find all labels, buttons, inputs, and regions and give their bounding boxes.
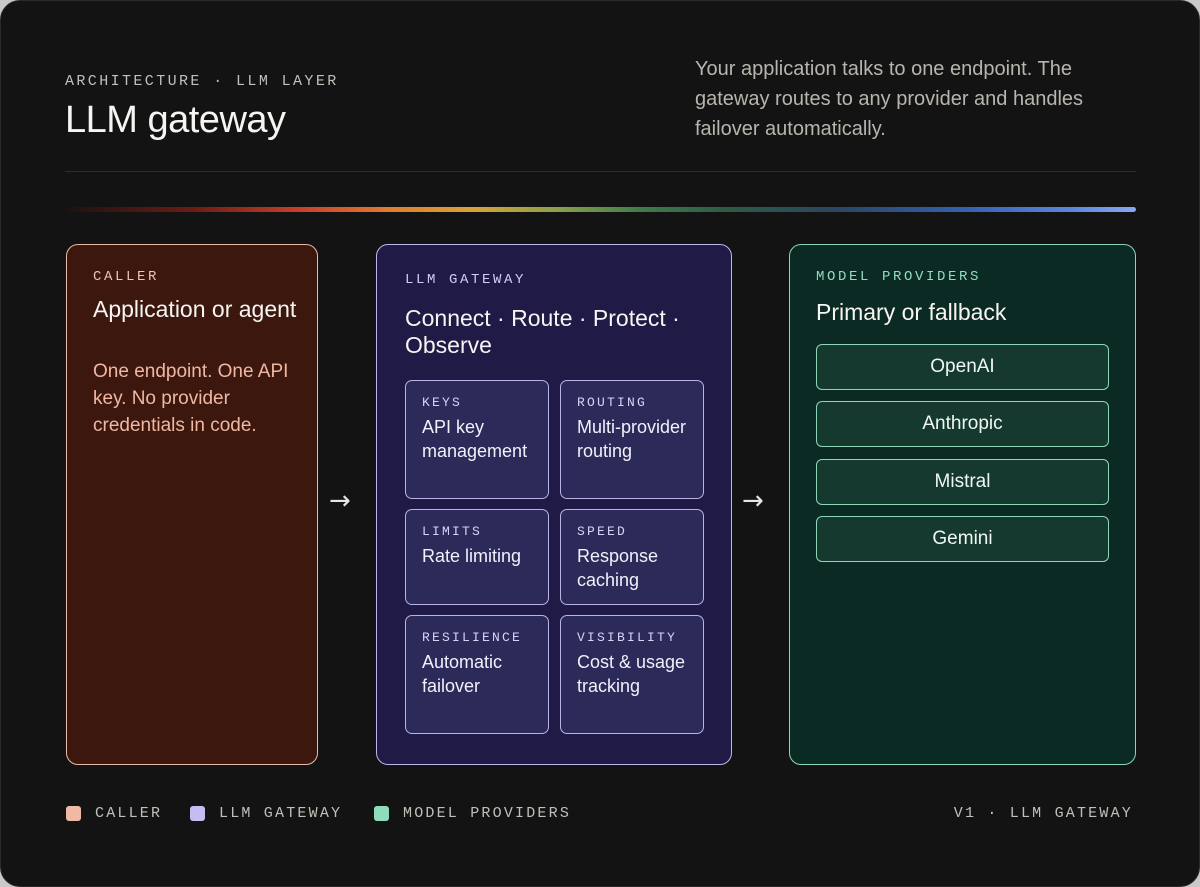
feature-eyebrow: SPEED <box>577 524 628 539</box>
legend-item-providers: MODEL PROVIDERS <box>374 805 571 822</box>
legend-swatch <box>66 806 81 821</box>
legend-item-caller: CALLER <box>66 805 162 822</box>
caller-panel: CALLER Application or agent One endpoint… <box>66 244 318 765</box>
spectrum-bar <box>65 207 1136 212</box>
diagram-canvas: ARCHITECTURE · LLM LAYER LLM gateway You… <box>0 0 1200 887</box>
provider-openai: OpenAI <box>816 344 1109 390</box>
arrow-right-icon: → <box>742 486 764 516</box>
provider-anthropic: Anthropic <box>816 401 1109 447</box>
gateway-feature-routing: ROUTING Multi-provider routing <box>560 380 704 499</box>
caller-eyebrow: CALLER <box>93 269 160 285</box>
feature-text: Cost & usage tracking <box>577 652 686 696</box>
feature-text: Automatic failover <box>422 652 503 696</box>
legend-swatch <box>190 806 205 821</box>
legend-label: LLM GATEWAY <box>219 805 343 822</box>
gateway-feature-keys: KEYS API key management <box>405 380 549 499</box>
header-divider <box>65 171 1136 172</box>
feature-eyebrow: LIMITS <box>422 524 483 539</box>
legend-item-gateway: LLM GATEWAY <box>190 805 342 822</box>
legend-label: MODEL PROVIDERS <box>403 805 572 822</box>
gateway-feature-visibility: VISIBILITY Cost & usage tracking <box>560 615 704 734</box>
arrow-right-icon: → <box>329 486 351 516</box>
feature-text: Rate limiting <box>422 546 522 566</box>
gateway-eyebrow: LLM GATEWAY <box>405 272 527 288</box>
header-eyebrow: ARCHITECTURE · LLM LAYER <box>65 73 339 90</box>
caller-body: One endpoint. One API key. No provider c… <box>93 361 289 436</box>
feature-text: Multi-provider routing <box>577 417 687 461</box>
header-intro: Your application talks to one endpoint. … <box>695 58 1084 140</box>
gateway-feature-limits: LIMITS Rate limiting <box>405 509 549 605</box>
gateway-feature-speed: SPEED Response caching <box>560 509 704 605</box>
provider-mistral: Mistral <box>816 459 1109 505</box>
page-title: LLM gateway <box>65 99 286 141</box>
providers-eyebrow: MODEL PROVIDERS <box>816 269 982 285</box>
providers-heading: Primary or fallback <box>816 299 1007 325</box>
footer-version: V1 · LLM GATEWAY <box>953 805 1133 822</box>
gateway-feature-resilience: RESILIENCE Automatic failover <box>405 615 549 734</box>
caller-heading: Application or agent <box>93 296 297 322</box>
legend-swatch <box>374 806 389 821</box>
feature-eyebrow: ROUTING <box>577 395 648 410</box>
feature-eyebrow: KEYS <box>422 395 463 410</box>
provider-gemini: Gemini <box>816 516 1109 562</box>
feature-text: Response caching <box>577 546 659 590</box>
legend-label: CALLER <box>95 805 163 822</box>
gateway-heading: Connect · Route · Protect · Observe <box>405 305 680 358</box>
feature-eyebrow: RESILIENCE <box>422 630 523 645</box>
feature-text: API key management <box>422 417 528 461</box>
feature-eyebrow: VISIBILITY <box>577 630 678 645</box>
